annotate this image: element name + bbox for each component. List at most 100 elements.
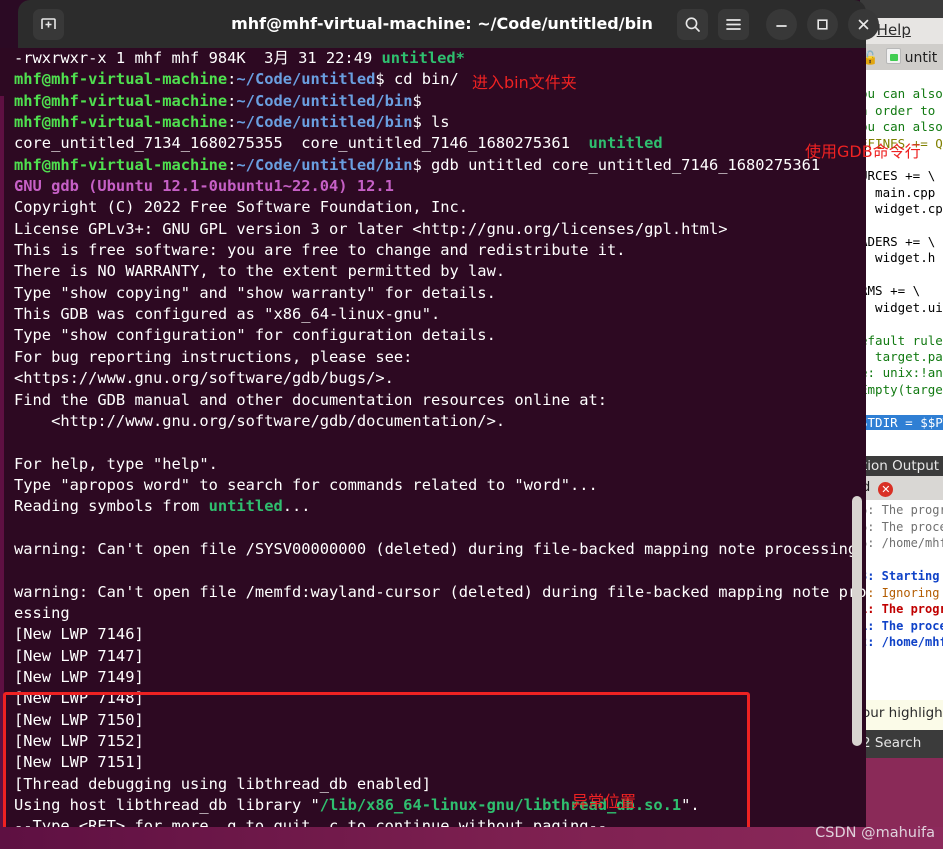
editor-tab-label[interactable]: untit xyxy=(905,50,938,66)
terminal-line: mhf@mhf-virtual-machine:~/Code/untitled/… xyxy=(14,155,854,176)
qt-editor-line: STDIR = $$PW xyxy=(860,414,943,431)
qt-creator-editor[interactable]: ou can also n order to ou can also EFINES +… xyxy=(860,70,943,450)
qt-output-text: 6: The proce xyxy=(860,519,943,534)
terminal-line: [New LWP 7152] xyxy=(14,731,854,752)
search-results-button[interactable]: 2 Search xyxy=(862,735,921,751)
terminal-text: : xyxy=(227,155,237,174)
qt-output-line: : Ignoring 1 xyxy=(860,585,943,602)
terminal-text: Type "apropos word" to search for comman… xyxy=(14,475,598,494)
qt-creator-bottom-bar[interactable]: 2 Search xyxy=(860,730,943,758)
terminal-text: ". xyxy=(681,796,700,815)
minimize-button[interactable] xyxy=(766,9,797,40)
annotation-use-gdb-cli: 使用GDB命令行 xyxy=(805,142,921,161)
close-icon[interactable]: ✕ xyxy=(878,482,894,497)
terminal-text: [New LWP 7151] xyxy=(14,753,144,772)
terminal-text: <https://www.gnu.org/software/gdb/bugs/>… xyxy=(14,369,394,388)
terminal-text: [New LWP 7147] xyxy=(14,646,144,665)
output-panel-title: tion Output xyxy=(860,456,943,476)
close-button[interactable] xyxy=(848,9,879,40)
terminal-line: License GPLv3+: GNU GPL version 3 or lat… xyxy=(14,219,854,240)
terminal-text: warning: Can't open file /SYSV00000000 (… xyxy=(14,539,858,558)
qt-editor-line: main.cpp \ xyxy=(860,184,943,200)
qt-output-line: 6: /home/mhf xyxy=(860,535,943,552)
qt-output-text: 1: The progr xyxy=(860,602,943,616)
hamburger-menu-button[interactable] xyxy=(718,9,749,40)
terminal-line: This GDB was configured as "x86_64-linux… xyxy=(14,304,854,325)
qt-creator-output-panel: tion Output d ✕ 6: The progr 6: The proce… xyxy=(860,450,943,700)
terminal-body[interactable]: -rwxrwxr-x 1 mhf mhf 984K 3月 31 22:49 un… xyxy=(0,48,866,849)
terminal-line: [New LWP 7148] xyxy=(14,688,854,709)
qt-editor-line xyxy=(860,267,943,283)
annotation-exception-location: 异常位置 xyxy=(572,792,637,811)
terminal-line: Type "show copying" and "show warranty" … xyxy=(14,283,854,304)
terminal-text: -rwxrwxr-x 1 mhf mhf 984K 3月 31 22:49 xyxy=(14,49,382,67)
qt-output-text: 6: /home/mhf xyxy=(860,536,943,550)
terminal-text: <http://www.gnu.org/software/gdb/documen… xyxy=(14,411,506,430)
output-panel-tab[interactable]: d ✕ xyxy=(860,476,943,500)
qt-editor-text: n order to xyxy=(860,102,936,118)
terminal-text: mhf@mhf-virtual-machine xyxy=(14,155,228,174)
terminal-left-edge xyxy=(0,96,4,849)
terminal-text: Find the GDB manual and other documentat… xyxy=(14,390,608,409)
terminal-text: This GDB was configured as "x86_64-linux… xyxy=(14,305,441,324)
terminal-text: [New LWP 7150] xyxy=(14,710,144,729)
qt-editor-line: RMS += \ xyxy=(860,283,921,299)
maximize-button[interactable] xyxy=(807,9,838,40)
qt-output-text: 6: The progr xyxy=(860,503,943,517)
terminal-line: Type "show configuration" for configurat… xyxy=(14,325,854,346)
qt-output-line: 1: The progr xyxy=(860,601,943,618)
terminal-line: [New LWP 7149] xyxy=(14,667,854,688)
terminal-text: core_untitled_7134_1680275355 core_untit… xyxy=(14,134,589,153)
terminal-text: Copyright (C) 2022 Free Software Foundat… xyxy=(14,198,469,217)
qt-output-line: 6: The progr xyxy=(860,502,943,519)
qt-editor-text: : target.pa xyxy=(860,348,943,364)
terminal-text: There is NO WARRANTY, to the extent perm… xyxy=(14,262,506,281)
terminal-text: This is free software: you are free to c… xyxy=(14,241,626,260)
qt-editor-line: : target.pa xyxy=(860,349,943,365)
qt-editor-line: e: unix:!an xyxy=(860,365,943,381)
terminal-text: ~/Code/untitled/bin xyxy=(236,155,413,174)
terminal-text: ~/Code/untitled/bin xyxy=(236,113,413,132)
terminal-text: mhf@mhf-virtual-machine xyxy=(14,91,228,110)
terminal-text: Reading symbols from xyxy=(14,497,209,516)
qt-editor-line: ADERS += \ xyxy=(860,234,936,250)
terminal-titlebar: mhf@mhf-virtual-machine: ~/Code/untitled… xyxy=(18,0,879,48)
terminal-line: Copyright (C) 2022 Free Software Foundat… xyxy=(14,197,854,218)
terminal-line: <https://www.gnu.org/software/gdb/bugs/>… xyxy=(14,368,854,389)
terminal-text: $ xyxy=(412,91,422,110)
terminal-line: -rwxrwxr-x 1 mhf mhf 984K 3月 31 22:49 un… xyxy=(14,48,854,69)
terminal-text: Using host libthread_db library " xyxy=(14,796,320,815)
terminal-line: Find the GDB manual and other documentat… xyxy=(14,390,854,411)
terminal-line: For help, type "help". xyxy=(14,454,854,475)
terminal-line: [New LWP 7150] xyxy=(14,710,854,731)
terminal-text: For help, type "help". xyxy=(14,454,218,473)
qt-output-line: 1: The proce xyxy=(860,618,943,635)
terminal-line: [Thread debugging using libthread_db ena… xyxy=(14,774,854,795)
qt-output-text: 2: /home/mhf xyxy=(860,635,943,649)
qt-creator-editor-tabbar[interactable]: 🔓 untit xyxy=(860,44,943,70)
terminal-line: GNU gdb (Ubuntu 12.1-0ubuntu1~22.04) 12.… xyxy=(14,176,854,197)
terminal-line: [New LWP 7146] xyxy=(14,624,854,645)
terminal-line: Type "apropos word" to search for comman… xyxy=(14,475,854,496)
qt-editor-text: efault rule xyxy=(860,332,943,348)
terminal-scrollbar[interactable] xyxy=(852,496,862,746)
terminal-line: [New LWP 7147] xyxy=(14,646,854,667)
qt-editor-text: Empty(targe xyxy=(860,381,943,397)
qt-editor-line xyxy=(860,70,943,86)
terminal-text: [New LWP 7149] xyxy=(14,667,144,686)
watermark: CSDN @mahuifa xyxy=(815,825,935,841)
terminal-output: -rwxrwxr-x 1 mhf mhf 984K 3月 31 22:49 un… xyxy=(14,48,866,849)
terminal-line: warning: Can't open file /memfd:wayland-… xyxy=(14,582,866,603)
terminal-text: : xyxy=(227,113,237,132)
terminal-text: $ cd bin/ xyxy=(375,70,459,89)
qt-editor-line: Empty(targe xyxy=(860,382,943,398)
annotation-enter-bin-folder: 进入bin文件夹 xyxy=(472,73,577,92)
terminal-text: $ gdb untitled core_untitled_7146_168027… xyxy=(412,155,821,174)
desktop-bottom-strip xyxy=(0,827,943,849)
search-button[interactable] xyxy=(677,9,708,40)
terminal-line: core_untitled_7134_1680275355 core_untit… xyxy=(14,133,854,154)
terminal-text: [New LWP 7152] xyxy=(14,732,144,750)
terminal-line: mhf@mhf-virtual-machine:~/Code/untitled/… xyxy=(14,91,854,112)
menu-item-help[interactable]: Help xyxy=(877,21,911,39)
new-tab-button[interactable] xyxy=(33,9,64,40)
